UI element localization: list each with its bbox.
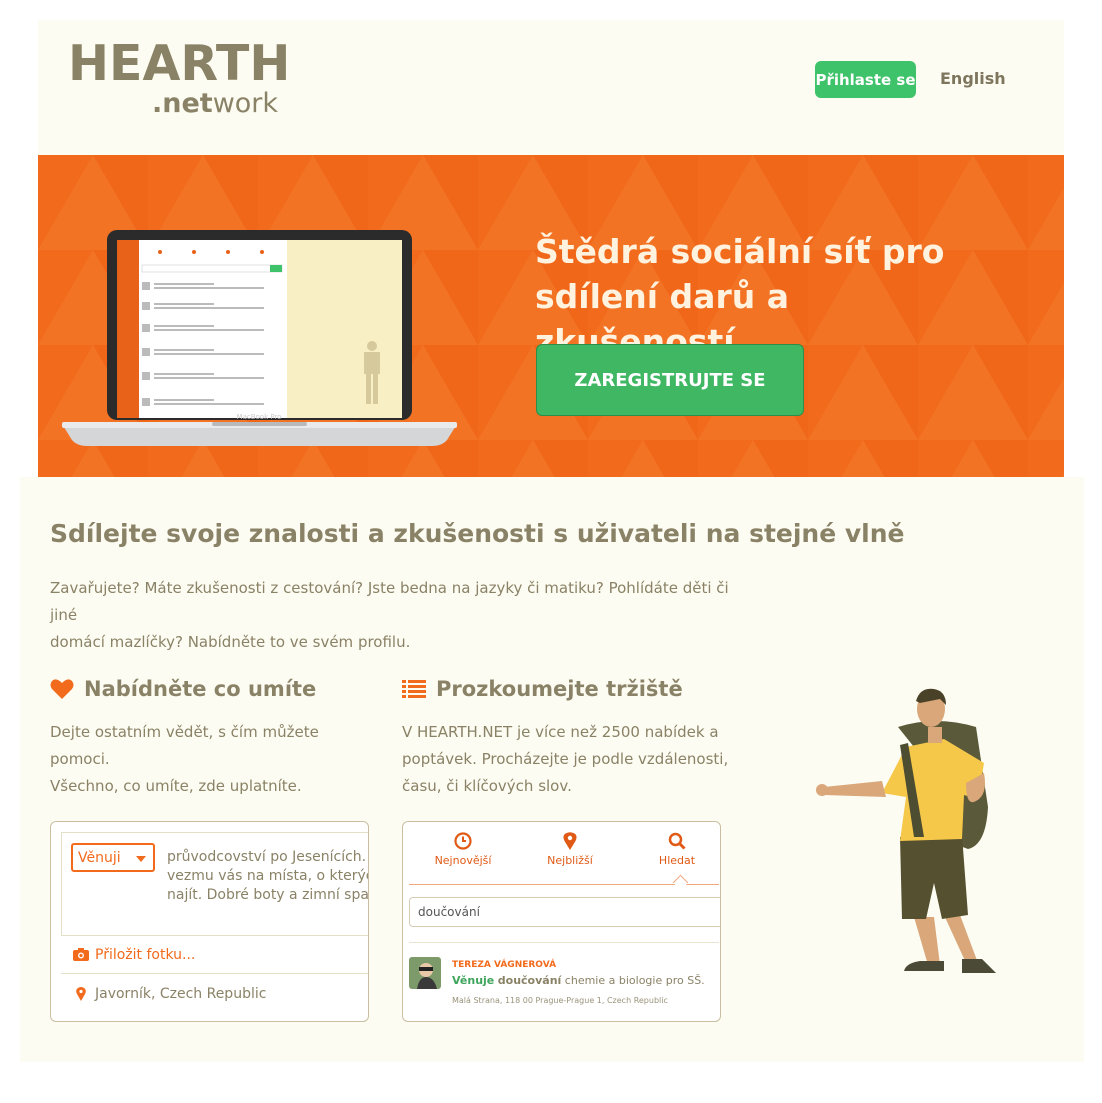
attach-photo-label: Přiložit fotku... <box>95 946 196 963</box>
marketplace-description: V HEARTH.NET je více než 2500 nabídek a … <box>402 719 732 800</box>
offer-textarea[interactable]: průvodcovství po Jesenících. Peš vezmu v… <box>167 848 369 905</box>
laptop-caption: MacBook Pro <box>237 413 282 421</box>
market-desc-line2: poptávek. Procházejte je podle vzdálenos… <box>402 750 729 768</box>
section-heading: Sdílejte svoje znalosti a zkušenosti s u… <box>50 519 905 548</box>
offer-text-line1: průvodcovství po Jesenících. Peš <box>167 849 368 865</box>
location-field[interactable]: Javorník, Czech Republic <box>61 973 368 1013</box>
intro-line2: domácí mazlíčky? Nabídněte to ve svém pr… <box>50 633 411 651</box>
language-link[interactable]: English <box>940 69 1006 88</box>
location-label: Javorník, Czech Republic <box>95 985 267 1002</box>
logo-subtext[interactable]: .network <box>152 88 278 120</box>
offer-type-select[interactable]: Věnuji <box>71 843 155 872</box>
marketplace-heading: Prozkoumejte tržiště <box>402 677 683 701</box>
heart-icon <box>50 679 74 699</box>
login-button[interactable]: Přihlaste se <box>815 61 916 98</box>
chevron-down-icon <box>136 856 146 862</box>
offer-text-line2: vezmu vás na místa, o kterých jst <box>167 868 368 884</box>
logo-text[interactable]: HEARTH <box>68 38 290 90</box>
search-icon <box>668 832 686 850</box>
marketplace-heading-text: Prozkoumejte tržiště <box>436 677 683 701</box>
offer-description: Dejte ostatním vědět, s čím můžete pomoc… <box>50 719 380 800</box>
register-button[interactable]: ZAREGISTRUJTE SE <box>536 344 804 416</box>
result-user-name[interactable]: TEREZA VÁGNEROVÁ <box>452 960 556 970</box>
result-address: Malá Strana, 118 00 Prague-Prague 1, Cze… <box>452 996 668 1005</box>
clock-icon <box>454 832 472 850</box>
camera-icon <box>73 948 89 961</box>
result-rest: chemie a biologie pro SŠ. <box>561 974 705 987</box>
offer-desc-line2: Všechno, co umíte, zde uplatníte. <box>50 777 302 795</box>
site-header: HEARTH .network Přihlaste se English <box>38 20 1064 155</box>
main-content: Sdílejte svoje znalosti a zkušenosti s u… <box>20 477 1084 1062</box>
offer-type-value: Věnuji <box>78 850 121 866</box>
list-icon <box>402 680 426 698</box>
tab-search-label: Hledat <box>658 854 696 867</box>
marketplace-tabs: Nejnovější Nejbližší Hledat <box>409 822 719 891</box>
market-desc-line3: času, či klíčových slov. <box>402 777 572 795</box>
offer-desc-line1: Dejte ostatním vědět, s čím můžete pomoc… <box>50 723 319 768</box>
tab-nearest[interactable]: Nejbližší <box>530 832 610 867</box>
result-keyword: doučování <box>497 974 562 987</box>
offer-text-line3: najít. Dobré boty a zimní spacák p <box>167 887 369 903</box>
tab-search[interactable]: Hledat <box>637 832 717 867</box>
result-description: Věnuje doučování chemie a biologie pro S… <box>452 974 705 987</box>
tab-newest-label: Nejnovější <box>434 854 492 867</box>
map-pin-icon <box>563 832 577 850</box>
tab-newest[interactable]: Nejnovější <box>423 832 503 867</box>
result-verb: Věnuje <box>452 974 495 987</box>
avatar <box>409 957 441 989</box>
map-pin-icon <box>76 986 86 1001</box>
tab-nearest-label: Nejbližší <box>547 854 593 867</box>
section-intro: Zavařujete? Máte zkušenosti z cestování?… <box>50 575 750 656</box>
offer-heading: Nabídněte co umíte <box>50 677 316 701</box>
active-tab-pointer <box>672 874 689 891</box>
logo-subtext-bold: .net <box>152 88 213 119</box>
intro-line1: Zavařujete? Máte zkušenosti z cestování?… <box>50 579 729 624</box>
laptop-screenshot: MacBook Pro <box>62 230 457 446</box>
offer-form-card: Věnuji průvodcovství po Jesenících. Peš … <box>50 821 369 1022</box>
offer-heading-text: Nabídněte co umíte <box>84 677 317 701</box>
search-result-item[interactable]: TEREZA VÁGNEROVÁ Věnuje doučování chemie… <box>409 942 719 1021</box>
hero-banner: MacBook Pro Štědrá sociální síť pro sdíl… <box>38 155 1064 477</box>
attach-photo-link[interactable]: Přiložit fotku... <box>61 935 368 973</box>
logo-subtext-rest: work <box>212 88 279 119</box>
hitchhiker-illustration <box>816 688 996 973</box>
marketplace-search-input[interactable]: doučování <box>409 897 720 927</box>
marketplace-card: Nejnovější Nejbližší Hledat doučování TE… <box>402 821 721 1022</box>
hero-title-line1: Štědrá sociální síť pro <box>535 232 945 271</box>
market-desc-line1: V HEARTH.NET je více než 2500 nabídek a <box>402 723 719 741</box>
